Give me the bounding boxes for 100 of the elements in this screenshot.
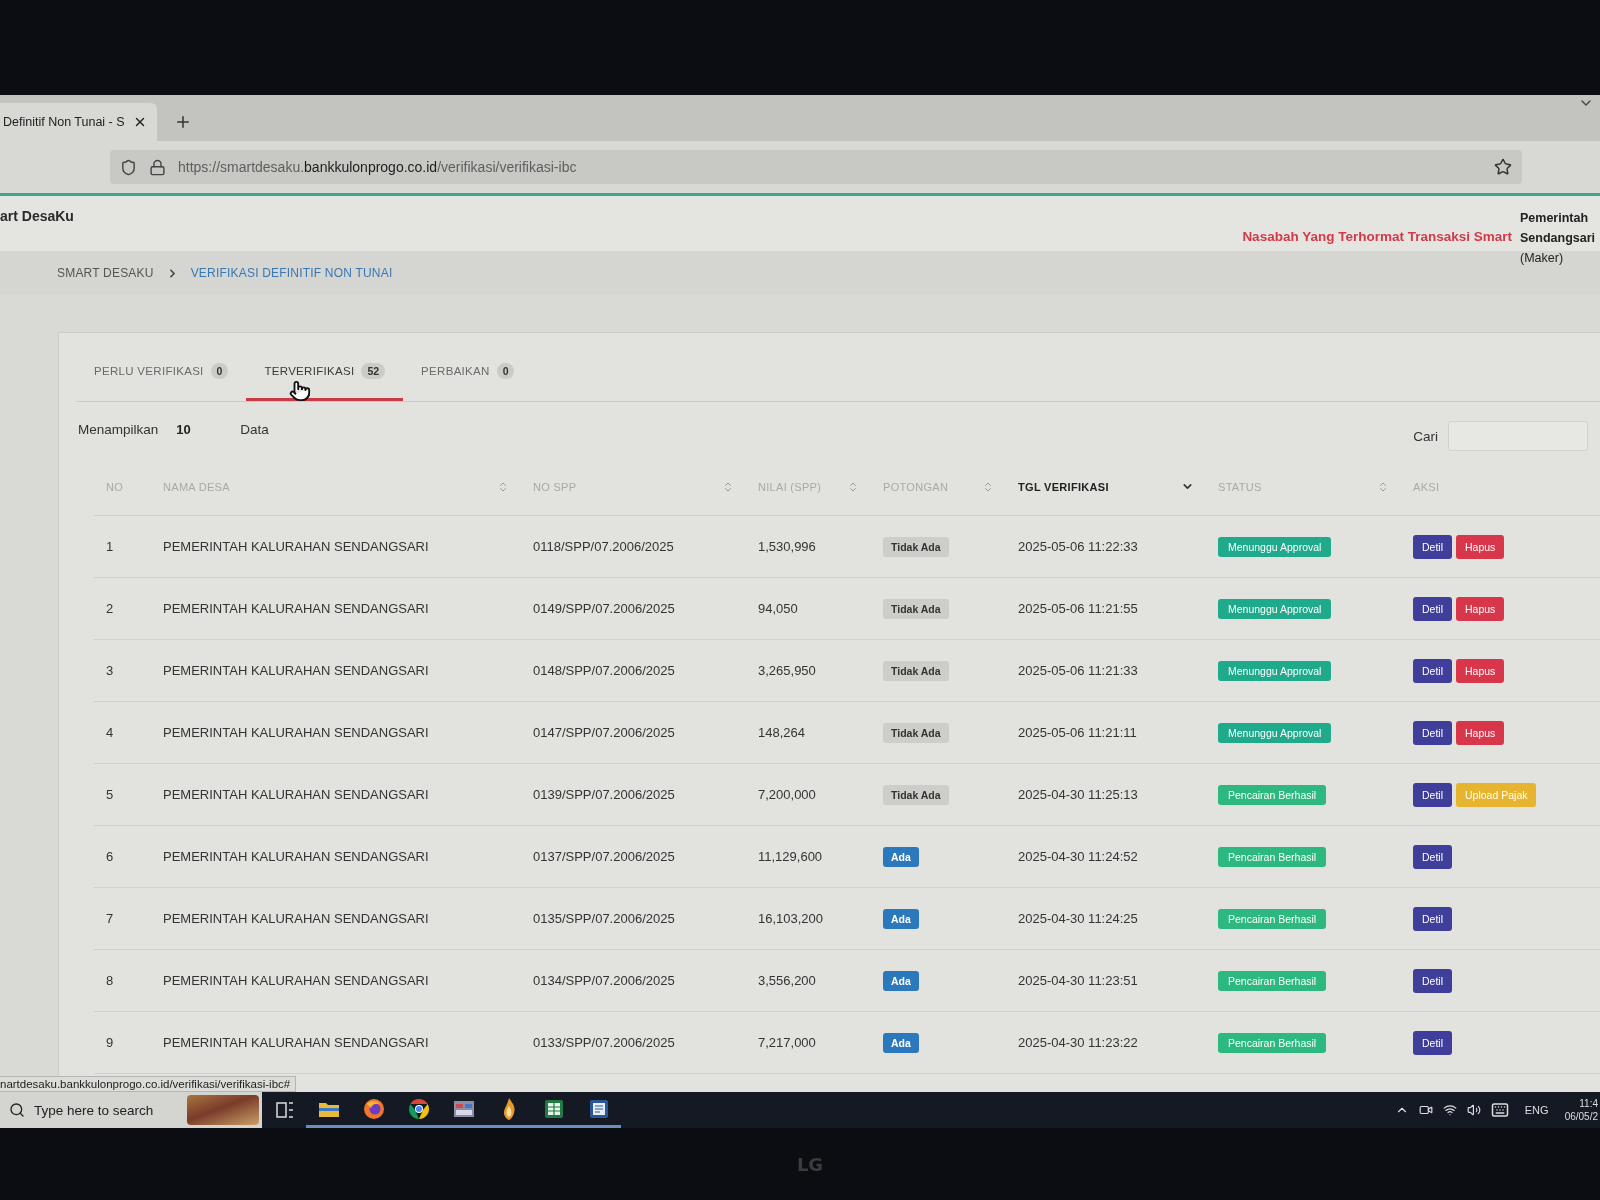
- table-cell-text: 2025-04-30 11:25:13: [1017, 787, 1139, 802]
- column-header: NO: [105, 480, 125, 493]
- table-cell-text: 148,264: [757, 725, 806, 740]
- detail-button[interactable]: Detil: [1413, 534, 1452, 559]
- deduction-badge: Ada: [883, 970, 919, 991]
- table-cell-text: 2025-04-30 11:24:25: [1017, 911, 1139, 926]
- table-cell-text: 2: [105, 601, 115, 616]
- picture-placeholder: [187, 1095, 259, 1125]
- table-cell-text: 0137/SPP/07.2006/2025: [532, 849, 676, 864]
- table-cell-text: 2025-05-06 11:21:11: [1017, 725, 1138, 740]
- table-cell-text: 0139/SPP/07.2006/2025: [532, 787, 676, 802]
- deduction-badge: Tidak Ada: [883, 598, 949, 619]
- browser-tab[interactable]: Definitif Non Tunai - S: [0, 103, 157, 141]
- table-cell-text: 16,103,200: [757, 911, 825, 926]
- detail-button[interactable]: Detil: [1413, 906, 1452, 931]
- url-field[interactable]: https://smartdesaku.bankkulonprogo.co.id/verifikasi/verifikasi-ibc: [110, 150, 1522, 184]
- entries-label: Menampilkan: [78, 421, 159, 437]
- camera-icon[interactable]: [1418, 1103, 1433, 1117]
- table-cell-text: PEMERINTAH KALURAHAN SENDANGSARI: [162, 1035, 430, 1050]
- detail-button[interactable]: Detil: [1413, 968, 1452, 993]
- deduction-badge: Ada: [883, 1032, 919, 1053]
- table-cell-text: 0149/SPP/07.2006/2025: [532, 601, 676, 616]
- detail-button[interactable]: Detil: [1413, 844, 1452, 869]
- search-label: Cari: [1413, 428, 1438, 444]
- tab[interactable]: PERLU VERIFIKASI 0: [76, 343, 247, 401]
- table-cell-text: 3,556,200: [757, 973, 817, 988]
- breadcrumb-link[interactable]: SMART DESAKU: [57, 266, 154, 280]
- count-badge: 0: [210, 362, 229, 379]
- status-badge: Menunggu Approval: [1218, 660, 1332, 681]
- clock-date[interactable]: 06/05/2: [1564, 1110, 1598, 1123]
- table-cell-text: PEMERINTAH KALURAHAN SENDANGSARI: [162, 973, 430, 988]
- table-cell-text: PEMERINTAH KALURAHAN SENDANGSARI: [162, 725, 430, 740]
- column-header[interactable]: TGL VERIFIKASI: [1006, 480, 1206, 493]
- star-icon[interactable]: [1494, 158, 1512, 176]
- table-cell-text: 2025-05-06 11:21:33: [1017, 663, 1139, 678]
- table-cell-text: PEMERINTAH KALURAHAN SENDANGSARI: [162, 601, 430, 616]
- table-cell-text: 0118/SPP/07.2006/2025: [532, 539, 675, 554]
- sort-icon: [497, 480, 509, 493]
- search-icon: [9, 1102, 25, 1118]
- spreadsheet-icon: [543, 1098, 564, 1119]
- table-cell-text: 7,217,000: [757, 1035, 817, 1050]
- table-cell-text: 2025-04-30 11:23:22: [1017, 1035, 1139, 1050]
- table-cell-text: 2025-04-30 11:23:51: [1017, 973, 1139, 988]
- detail-button[interactable]: Detil: [1413, 596, 1452, 621]
- hand-cursor-icon: [289, 380, 311, 402]
- status-badge: Pencairan Berhasil: [1218, 846, 1327, 867]
- task-view-icon[interactable]: [276, 1102, 294, 1118]
- status-badge: Pencairan Berhasil: [1218, 784, 1327, 805]
- table-cell-text: 6: [105, 849, 115, 864]
- link-preview: nartdesaku.bankkulonprogo.co.id/verifikasi/verifikasi-ibc#: [0, 1076, 297, 1092]
- status-badge: Menunggu Approval: [1218, 722, 1332, 743]
- shield-icon[interactable]: [120, 158, 137, 176]
- table-cell-text: PEMERINTAH KALURAHAN SENDANGSARI: [162, 911, 430, 926]
- language-indicator[interactable]: ENG: [1524, 1104, 1549, 1116]
- status-badge: Pencairan Berhasil: [1218, 1032, 1327, 1053]
- detail-button[interactable]: Detil: [1413, 1030, 1452, 1055]
- browser-icon: [362, 1097, 385, 1120]
- table-cell-text: 94,050: [757, 601, 799, 616]
- deduction-badge: Tidak Ada: [883, 722, 949, 743]
- breadcrumb-current: VERIFIKASI DEFINITIF NON TUNAI: [190, 266, 393, 280]
- detail-button[interactable]: Detil: [1413, 720, 1452, 745]
- clock-time[interactable]: 11:4: [1579, 1097, 1598, 1110]
- user-role: (Maker): [1520, 250, 1565, 267]
- count-badge: 52: [361, 362, 386, 379]
- delete-button[interactable]: Hapus: [1456, 658, 1505, 683]
- tab[interactable]: PERBAIKAN 0: [403, 343, 533, 401]
- sort-icon: [722, 480, 734, 493]
- table-cell-text: 9: [105, 1035, 115, 1050]
- table-cell-text: PEMERINTAH KALURAHAN SENDANGSARI: [162, 663, 430, 678]
- table-cell-text: 0135/SPP/07.2006/2025: [532, 911, 676, 926]
- table-cell-text: 0147/SPP/07.2006/2025: [532, 725, 676, 740]
- table-cell-text: 3,265,950: [757, 663, 817, 678]
- table-cell-text: PEMERINTAH KALURAHAN SENDANGSARI: [162, 849, 430, 864]
- page-size-select[interactable]: 10: [166, 417, 233, 441]
- table-cell-text: 8: [105, 973, 115, 988]
- table-cell-text: 1: [105, 539, 115, 554]
- search-input[interactable]: Type here to search: [34, 1102, 178, 1118]
- status-badge: Menunggu Approval: [1218, 536, 1332, 557]
- brand-title: art DesaKu: [0, 207, 74, 224]
- wifi-icon[interactable]: [1442, 1103, 1457, 1117]
- count-badge: 0: [496, 362, 515, 379]
- detail-button[interactable]: Detil: [1413, 658, 1452, 683]
- user-name: Sendangsari: [1520, 230, 1597, 247]
- volume-icon[interactable]: [1466, 1103, 1481, 1117]
- delete-button[interactable]: Hapus: [1456, 720, 1505, 745]
- table-cell-text: 2025-05-06 11:22:33: [1017, 539, 1139, 554]
- table-cell-text: PEMERINTAH KALURAHAN SENDANGSARI: [162, 539, 430, 554]
- browser-icon: [407, 1097, 430, 1120]
- table-cell-text: 11,129,600: [757, 849, 824, 864]
- lock-icon[interactable]: [149, 158, 166, 176]
- delete-button[interactable]: Hapus: [1456, 534, 1505, 559]
- delete-button[interactable]: Hapus: [1456, 596, 1505, 621]
- status-badge: Pencairan Berhasil: [1218, 970, 1327, 991]
- table-cell-text: 3: [105, 663, 115, 678]
- deduction-badge: Ada: [883, 846, 919, 867]
- status-badge: Pencairan Berhasil: [1218, 908, 1327, 929]
- detail-button[interactable]: Detil: [1413, 782, 1452, 807]
- status-badge: Menunggu Approval: [1218, 598, 1332, 619]
- app-window-icon: [452, 1099, 475, 1118]
- keyboard-icon[interactable]: [1490, 1101, 1509, 1119]
